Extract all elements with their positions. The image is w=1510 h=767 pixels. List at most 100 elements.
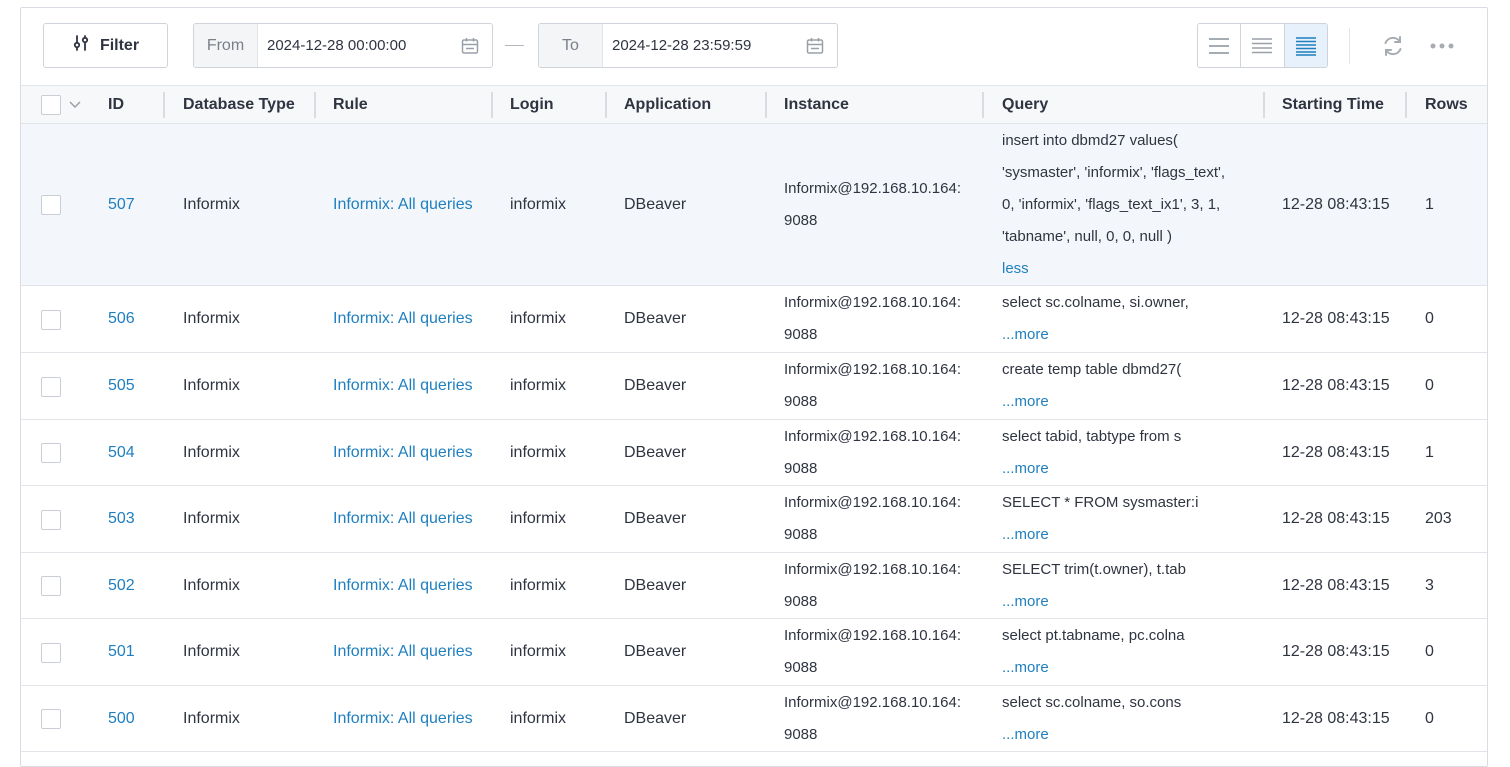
row-query: insert into dbmd27 values('sysmaster', '… (1002, 124, 1264, 285)
to-label: To (539, 24, 603, 67)
row-rule-link[interactable]: Informix: All queries (333, 553, 473, 618)
column-divider[interactable] (163, 92, 165, 118)
refresh-icon[interactable] (1375, 28, 1411, 64)
row-rows-count: 0 (1425, 709, 1434, 727)
row-starting-time: 12-28 08:43:15 (1282, 643, 1390, 660)
row-id-link[interactable]: 507 (108, 124, 135, 285)
from-date-picker[interactable]: From 2024-12-28 00:00:00 (193, 23, 493, 68)
row-rule-link[interactable]: Informix: All queries (333, 353, 473, 419)
row-rows-count: 1 (1425, 443, 1434, 461)
row-checkbox[interactable] (41, 642, 61, 663)
table-row[interactable]: 502 Informix Informix: All queries informix… (21, 553, 1487, 619)
col-database-type[interactable]: Database Type (183, 86, 295, 124)
col-rule[interactable]: Rule (333, 86, 368, 124)
chevron-down-icon[interactable] (68, 99, 82, 111)
row-id-link[interactable]: 501 (108, 619, 135, 685)
more-options-icon[interactable] (1424, 28, 1460, 64)
row-checkbox[interactable] (41, 576, 61, 596)
table-row[interactable]: 500 Informix Informix: All queries informix… (21, 686, 1487, 752)
row-starting-time: 12-28 08:43:15 (1282, 510, 1390, 527)
row-login: informix (510, 195, 567, 213)
row-id-link[interactable]: 506 (108, 286, 135, 352)
row-id-link[interactable]: 502 (108, 553, 135, 618)
table-row[interactable]: 507 Informix Informix: All queries informix… (21, 124, 1487, 286)
col-starting-time[interactable]: Starting Time (1282, 86, 1384, 124)
toolbar: Filter From 2024-12-28 00:00:00 To 2024-… (21, 8, 1487, 85)
row-rows-count: 0 (1425, 643, 1434, 660)
col-query[interactable]: Query (1002, 86, 1048, 124)
row-density-toggle (1197, 23, 1328, 68)
row-query-line: select pt.tabname, pc.colna (1002, 627, 1185, 644)
column-divider[interactable] (982, 92, 984, 118)
row-instance-host: Informix@192.168.10.164: (784, 179, 962, 197)
table-row[interactable]: 505 Informix Informix: All queries informix… (21, 353, 1487, 420)
col-rows[interactable]: Rows (1425, 86, 1468, 124)
column-divider[interactable] (314, 92, 316, 118)
row-rule-link[interactable]: Informix: All queries (333, 420, 473, 485)
density-medium-button[interactable] (1241, 24, 1285, 67)
row-query-line: select sc.colname, si.owner, (1002, 294, 1189, 311)
row-query-toggle-link[interactable]: ...more (1002, 319, 1264, 351)
row-id-link[interactable]: 503 (108, 486, 135, 552)
row-checkbox[interactable] (41, 509, 61, 530)
row-starting-time: 12-28 08:43:15 (1282, 709, 1390, 727)
row-checkbox[interactable] (41, 195, 61, 215)
column-divider[interactable] (605, 92, 607, 118)
row-rule-link[interactable]: Informix: All queries (333, 686, 473, 751)
row-query-toggle-link[interactable]: ...more (1002, 586, 1264, 618)
col-login[interactable]: Login (510, 86, 554, 124)
row-checkbox[interactable] (41, 376, 61, 397)
col-instance[interactable]: Instance (784, 86, 849, 124)
row-database-type: Informix (183, 643, 240, 660)
row-checkbox[interactable] (41, 443, 61, 463)
table-row[interactable]: 504 Informix Informix: All queries informix… (21, 420, 1487, 486)
row-application: DBeaver (624, 310, 687, 327)
to-date-picker[interactable]: To 2024-12-28 23:59:59 (538, 23, 838, 68)
density-loose-button[interactable] (1198, 24, 1242, 67)
row-application: DBeaver (624, 443, 687, 461)
row-query-line: insert into dbmd27 values( (1002, 131, 1178, 149)
row-id-link[interactable]: 504 (108, 420, 135, 485)
filter-button[interactable]: Filter (43, 23, 168, 68)
row-id-link[interactable]: 500 (108, 686, 135, 751)
table-row[interactable]: 501 Informix Informix: All queries informix… (21, 619, 1487, 686)
density-compact-button[interactable] (1284, 24, 1327, 67)
col-application[interactable]: Application (624, 86, 711, 124)
row-query-toggle-link[interactable]: ...more (1002, 719, 1264, 751)
row-rule-link[interactable]: Informix: All queries (333, 124, 473, 285)
row-instance-port: 9088 (784, 659, 818, 676)
column-divider[interactable] (765, 92, 767, 118)
col-id[interactable]: ID (108, 86, 124, 124)
row-query-toggle-link[interactable]: ...more (1002, 519, 1264, 551)
row-query-line: select tabid, tabtype from s (1002, 427, 1182, 445)
calendar-icon[interactable] (793, 24, 837, 67)
row-query-toggle-link[interactable]: ...more (1002, 652, 1264, 684)
row-instance-port: 9088 (784, 592, 818, 610)
column-divider[interactable] (1405, 92, 1407, 118)
row-checkbox[interactable] (41, 709, 61, 729)
row-instance: Informix@192.168.10.164: 9088 (784, 553, 961, 618)
column-divider[interactable] (491, 92, 493, 118)
table-row[interactable]: 503 Informix Informix: All queries informix… (21, 486, 1487, 553)
table-row[interactable]: 506 Informix Informix: All queries informix… (21, 286, 1487, 353)
row-rule-link[interactable]: Informix: All queries (333, 619, 473, 685)
row-query-toggle-link[interactable]: less (1002, 253, 1264, 285)
row-instance-host: Informix@192.168.10.164: (784, 494, 962, 511)
row-id-link[interactable]: 505 (108, 353, 135, 419)
row-instance-port: 9088 (784, 526, 818, 543)
row-starting-time: 12-28 08:43:15 (1282, 310, 1390, 327)
column-divider[interactable] (1263, 92, 1265, 118)
row-rule-link[interactable]: Informix: All queries (333, 286, 473, 352)
row-checkbox[interactable] (41, 309, 61, 330)
row-login: informix (510, 443, 567, 461)
row-instance-port: 9088 (784, 725, 818, 743)
filter-label: Filter (99, 36, 140, 54)
row-query-toggle-link[interactable]: ...more (1002, 386, 1264, 418)
select-all-checkbox[interactable] (41, 95, 61, 115)
row-query-toggle-link[interactable]: ...more (1002, 453, 1264, 485)
to-date-value[interactable]: 2024-12-28 23:59:59 (603, 24, 793, 67)
row-rule-link[interactable]: Informix: All queries (333, 486, 473, 552)
calendar-icon[interactable] (448, 24, 492, 67)
from-date-value[interactable]: 2024-12-28 00:00:00 (258, 24, 448, 67)
date-range-separator (505, 45, 524, 46)
